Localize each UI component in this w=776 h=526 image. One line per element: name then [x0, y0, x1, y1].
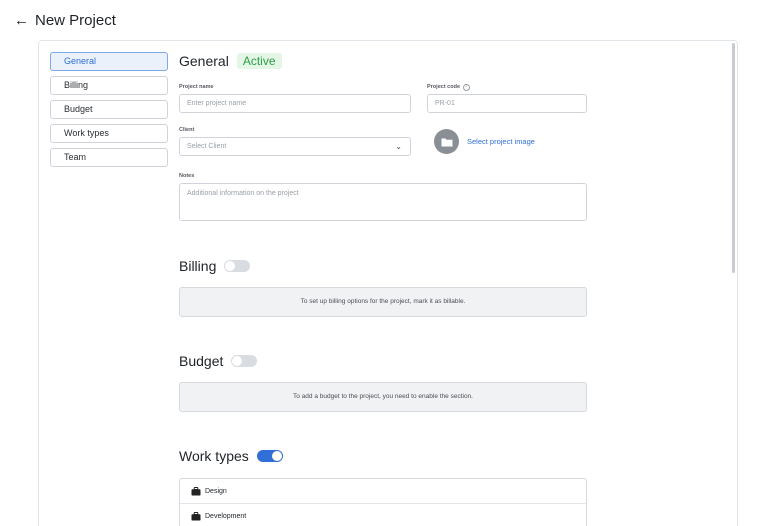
page-title: New Project [35, 12, 116, 29]
nav-item-work-types[interactable]: Work types [50, 124, 168, 143]
budget-info-box: To add a budget to the project, you need… [179, 382, 587, 412]
client-label: Client [179, 127, 195, 133]
project-name-label: Project name [179, 84, 214, 90]
project-name-input[interactable]: Enter project name [179, 94, 411, 113]
general-section-title: General Active [179, 53, 282, 69]
select-project-image-link[interactable]: Select project image [467, 137, 535, 146]
billing-info-box: To set up billing options for the projec… [179, 287, 587, 317]
project-code-label: Project code ? [427, 84, 470, 91]
section-nav: General Billing Budget Work types Team [50, 52, 168, 172]
general-title: General [179, 53, 229, 69]
billing-title: Billing [179, 258, 217, 274]
list-item[interactable]: Design [180, 479, 586, 504]
budget-toggle[interactable] [231, 355, 258, 367]
nav-item-team[interactable]: Team [50, 148, 168, 167]
work-type-label: Design [205, 487, 227, 495]
client-select-value: Select Client [187, 143, 227, 150]
toggle-knob [232, 356, 243, 366]
billing-toggle[interactable] [224, 260, 251, 272]
scrollbar-thumb[interactable] [732, 43, 735, 273]
client-select[interactable]: Select Client ⌄ [179, 137, 411, 156]
folder-icon [434, 129, 459, 154]
toggle-knob [271, 451, 282, 461]
question-circle-icon[interactable]: ? [462, 84, 470, 91]
project-form-card: General Billing Budget Work types Team G… [38, 40, 738, 526]
select-project-image[interactable]: Select project image [434, 129, 535, 154]
notes-label: Notes [179, 173, 195, 179]
work-types-title: Work types [179, 448, 249, 464]
notes-textarea[interactable]: Additional information on the project [179, 183, 587, 221]
briefcase-icon [191, 512, 201, 521]
budget-title: Budget [179, 353, 224, 369]
briefcase-icon [191, 486, 201, 495]
billing-section-title: Billing [179, 258, 251, 274]
budget-section-title: Budget [179, 353, 258, 369]
page-header: ← New Project [14, 12, 116, 30]
nav-item-budget[interactable]: Budget [50, 100, 168, 119]
notes-placeholder: Additional information on the project [187, 190, 299, 197]
nav-item-general[interactable]: General [50, 52, 168, 71]
work-types-section-title: Work types [179, 448, 283, 464]
nav-item-billing[interactable]: Billing [50, 76, 168, 95]
project-code-placeholder: PR-01 [435, 100, 455, 107]
arrow-left-icon[interactable]: ← [14, 12, 29, 30]
work-type-label: Development [205, 513, 247, 520]
work-types-list: Design Development [179, 478, 587, 526]
project-code-input[interactable]: PR-01 [427, 94, 587, 113]
project-name-placeholder: Enter project name [187, 100, 247, 107]
toggle-knob [225, 261, 236, 271]
chevron-down-icon: ⌄ [395, 142, 402, 151]
project-code-label-text: Project code [427, 84, 461, 90]
status-badge: Active [236, 53, 282, 69]
work-types-toggle[interactable] [256, 450, 283, 462]
list-item[interactable]: Development [180, 504, 586, 526]
